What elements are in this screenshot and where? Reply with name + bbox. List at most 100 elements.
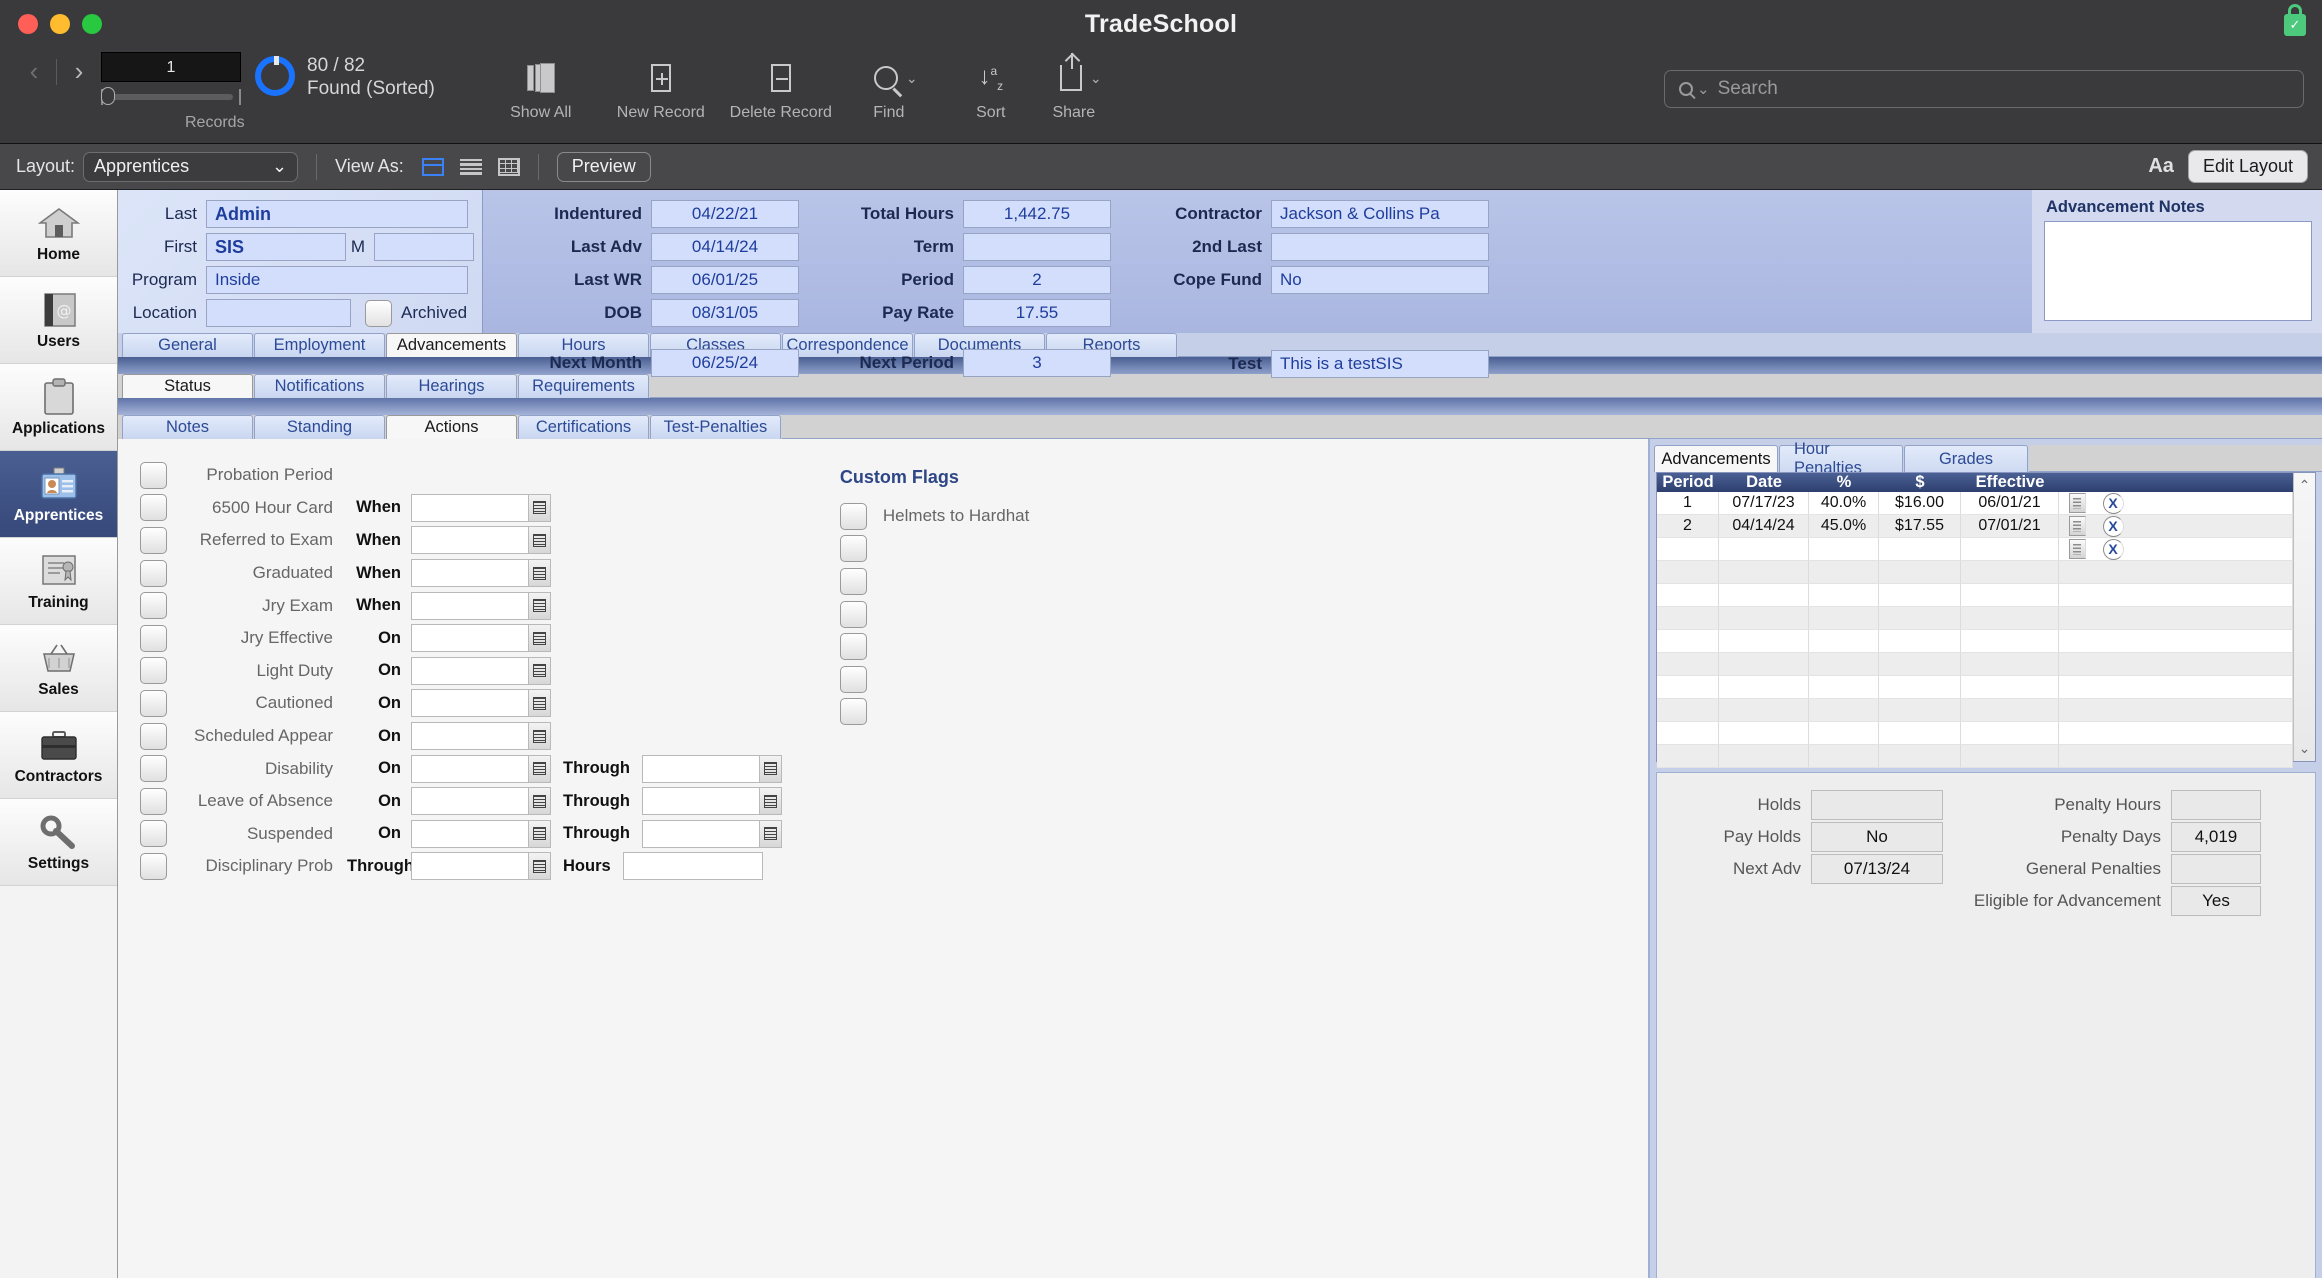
custom-flag-checkbox-2[interactable] [839,567,867,595]
record-navigation[interactable]: ‹ › [20,56,93,87]
calendar-picker-icon[interactable] [528,527,550,554]
next-month-field[interactable]: 06/25/24 [651,349,799,377]
archived-checkbox[interactable] [365,299,392,327]
table-view-icon[interactable] [497,157,520,176]
chevron-down-icon-grid[interactable]: ⌄ [2299,740,2311,757]
lock-icon[interactable]: ✓ [2282,4,2308,36]
next-period-field[interactable]: 3 [963,349,1111,377]
share-button[interactable]: ⌄ Share [1031,53,1131,122]
delete-x-icon[interactable]: X [2102,538,2124,560]
sidebar-item-home[interactable]: Home [0,190,117,277]
action-checkbox-leave-of-absence[interactable] [140,787,167,815]
action-date-field[interactable] [411,689,551,718]
last-wr-field[interactable]: 06/01/25 [651,266,799,294]
calendar-picker-icon[interactable] [528,788,550,815]
action-date-field[interactable] [411,591,551,620]
record-slider-group[interactable]: 1 [101,52,241,106]
last-adv-field[interactable]: 04/14/24 [651,233,799,261]
sidebar-item-settings[interactable]: Settings [0,799,117,886]
form-view-icon[interactable] [421,157,444,176]
holds-field[interactable] [1811,790,1943,820]
indentured-field[interactable]: 04/22/21 [651,200,799,228]
action-date-field[interactable] [411,787,551,816]
action-checkbox-jry-exam[interactable] [140,592,167,620]
calendar-picker-icon[interactable] [528,625,550,652]
calendar-picker-icon[interactable] [528,560,550,587]
sidebar-item-contractors[interactable]: Contractors [0,712,117,799]
custom-flag-checkbox-0[interactable] [839,502,867,530]
contractor-field[interactable]: Jackson & Collins Pa [1271,200,1489,228]
tab-general[interactable]: General [122,333,253,357]
next-record-icon[interactable]: › [65,56,93,87]
record-number-input[interactable]: 1 [101,52,241,82]
action-checkbox-suspended[interactable] [140,820,167,848]
eligible-field[interactable]: Yes [2171,886,2261,916]
advancement-notes-field[interactable] [2044,221,2312,321]
calendar-picker-icon[interactable] [528,820,550,847]
first-name-field[interactable]: SIS [206,233,346,261]
calendar-picker-icon[interactable] [528,853,550,880]
total-hours-field[interactable]: 1,442.75 [963,200,1111,228]
cope-fund-field[interactable]: No [1271,266,1489,294]
sidebar-item-sales[interactable]: Sales [0,625,117,712]
chevron-down-icon-share[interactable]: ⌄ [1090,70,1102,87]
document-icon[interactable] [2068,493,2086,513]
second-last-field[interactable] [1271,233,1489,261]
action-checkbox-6500-hour-card[interactable] [140,494,167,522]
action-date-field[interactable] [411,852,551,881]
rtab-advancements[interactable]: Advancements [1654,445,1778,472]
search-chevron-icon[interactable]: ⌄ [1697,80,1710,98]
action-through-field[interactable] [641,787,782,816]
location-field[interactable] [206,299,351,327]
action-checkbox-light-duty[interactable] [140,657,167,685]
test-field[interactable]: This is a testSIS [1271,350,1489,378]
calendar-picker-icon[interactable] [758,820,781,847]
find-button[interactable]: ⌄ Find [841,56,951,122]
middle-initial-field[interactable] [374,233,474,261]
general-penalties-field[interactable] [2171,854,2261,884]
action-date-field[interactable] [411,722,551,751]
program-field[interactable]: Inside [206,266,468,294]
period-field[interactable]: 2 [963,266,1111,294]
table-row[interactable]: 1 07/17/23 40.0% $16.00 06/01/21 X [1657,492,2293,515]
term-field[interactable] [963,233,1111,261]
document-icon[interactable] [2068,516,2086,536]
rtab-grades[interactable]: Grades [1904,445,2028,472]
search-input[interactable]: ⌄ Search [1664,70,2304,108]
action-hours-field[interactable] [622,852,763,881]
next-adv-field[interactable]: 07/13/24 [1811,854,1943,884]
action-date-field[interactable] [411,526,551,555]
sidebar-item-training[interactable]: Training [0,538,117,625]
tab-notes[interactable]: Notes [122,415,253,439]
previous-record-icon[interactable]: ‹ [20,56,48,87]
action-checkbox-disciplinary-prob[interactable] [140,852,167,880]
action-checkbox-scheduled-appear[interactable] [140,722,167,750]
penalty-days-field[interactable]: 4,019 [2171,822,2261,852]
action-through-field[interactable] [641,819,782,848]
last-name-field[interactable]: Admin [206,200,468,228]
sidebar-item-apprentices[interactable]: Apprentices [0,451,117,538]
table-row[interactable]: X [1657,538,2293,561]
delete-x-icon[interactable]: X [2102,492,2124,514]
pay-rate-field[interactable]: 17.55 [963,299,1111,327]
tab-notifications[interactable]: Notifications [254,374,385,398]
sidebar-item-applications[interactable]: Applications [0,364,117,451]
action-date-field[interactable] [411,819,551,848]
action-checkbox-referred-to-exam[interactable] [140,526,167,554]
penalty-hours-field[interactable] [2171,790,2261,820]
action-date-field[interactable] [411,656,551,685]
tab-certifications[interactable]: Certifications [518,415,649,439]
tab-standing[interactable]: Standing [254,415,385,439]
calendar-picker-icon[interactable] [528,690,550,717]
calendar-picker-icon[interactable] [528,657,550,684]
table-row[interactable]: 2 04/14/24 45.0% $17.55 07/01/21 X [1657,515,2293,538]
document-icon[interactable] [2068,539,2086,559]
calendar-picker-icon[interactable] [528,592,550,619]
calendar-picker-icon[interactable] [528,755,550,782]
calendar-picker-icon[interactable] [758,788,781,815]
tab-employment[interactable]: Employment [254,333,385,357]
calendar-picker-icon[interactable] [758,755,781,782]
tab-test-penalties[interactable]: Test-Penalties [650,415,781,439]
action-through-field[interactable] [641,754,782,783]
sidebar-item-users[interactable]: @ Users [0,277,117,364]
